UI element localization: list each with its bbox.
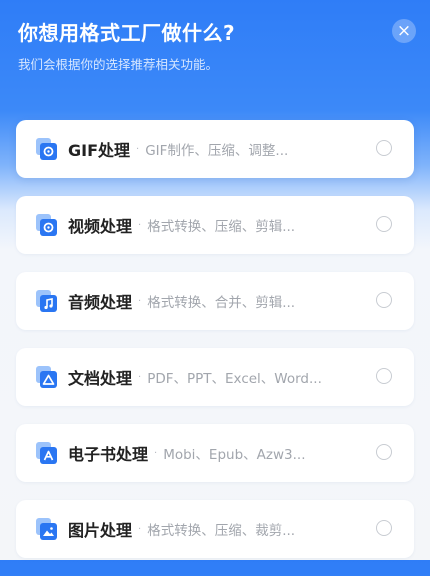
- radio-button[interactable]: [376, 444, 392, 460]
- option-name: 电子书处理: [68, 445, 149, 464]
- option-audio[interactable]: 音频处理 · 格式转换、合并、剪辑...: [16, 272, 414, 330]
- separator: ·: [136, 143, 140, 155]
- option-list: GIF处理 · GIF制作、压缩、调整... 视频处理 · 格式转换、压缩、剪辑…: [16, 120, 414, 576]
- close-icon[interactable]: ×: [392, 19, 416, 43]
- option-name: 视频处理: [68, 217, 133, 236]
- image-icon: [36, 518, 58, 540]
- option-desc: PDF、PPT、Excel、Word...: [147, 371, 322, 387]
- option-desc: Mobi、Epub、Azw3...: [163, 447, 306, 463]
- radio-button[interactable]: [376, 140, 392, 156]
- radio-button[interactable]: [376, 520, 392, 536]
- document-icon: [36, 366, 58, 388]
- radio-button[interactable]: [376, 368, 392, 384]
- option-name: 文档处理: [68, 369, 133, 388]
- option-name: 音频处理: [68, 293, 133, 312]
- option-ebook[interactable]: 电子书处理 · Mobi、Epub、Azw3...: [16, 424, 414, 482]
- option-name: GIF处理: [68, 141, 131, 160]
- page-subtitle: 我们会根据你的选择推荐相关功能。: [18, 57, 219, 72]
- option-video[interactable]: 视频处理 · 格式转换、压缩、剪辑...: [16, 196, 414, 254]
- radio-button[interactable]: [376, 216, 392, 232]
- option-desc: 格式转换、压缩、剪辑...: [147, 219, 296, 235]
- video-icon: [36, 214, 58, 236]
- ebook-icon: [36, 442, 58, 464]
- option-name: 图片处理: [68, 521, 133, 540]
- separator: ·: [138, 219, 142, 231]
- separator: ·: [138, 371, 142, 383]
- separator: ·: [138, 295, 142, 307]
- gif-icon: [36, 138, 58, 160]
- separator: ·: [138, 523, 142, 535]
- radio-button[interactable]: [376, 292, 392, 308]
- option-desc: GIF制作、压缩、调整...: [145, 143, 289, 159]
- header: 你想用格式工厂做什么? 我们会根据你的选择推荐相关功能。: [18, 18, 412, 74]
- separator: ·: [154, 447, 158, 459]
- option-desc: 格式转换、合并、剪辑...: [147, 295, 296, 311]
- audio-icon: [36, 290, 58, 312]
- option-gif[interactable]: GIF处理 · GIF制作、压缩、调整...: [16, 120, 414, 178]
- option-desc: 格式转换、压缩、裁剪...: [147, 523, 296, 539]
- option-image[interactable]: 图片处理 · 格式转换、压缩、裁剪...: [16, 500, 414, 558]
- option-document[interactable]: 文档处理 · PDF、PPT、Excel、Word...: [16, 348, 414, 406]
- page-title: 你想用格式工厂做什么?: [18, 21, 236, 45]
